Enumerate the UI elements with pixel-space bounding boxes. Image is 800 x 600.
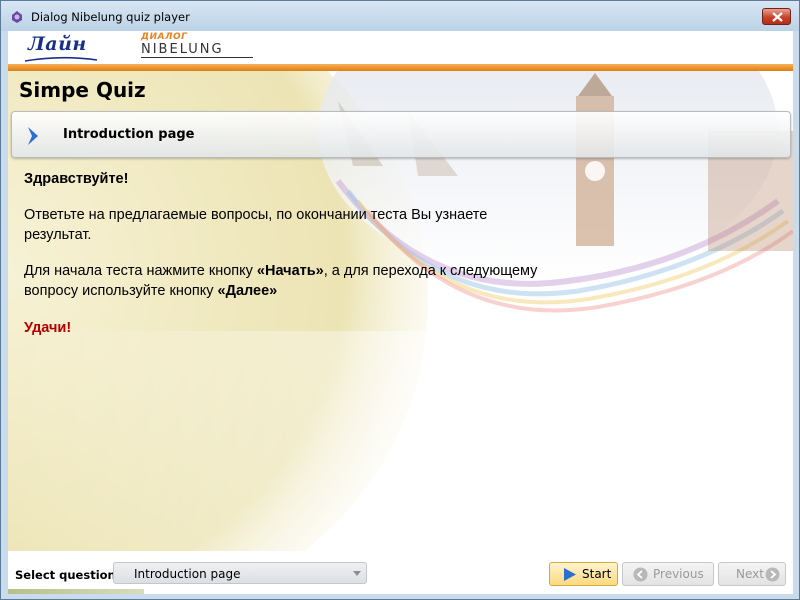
app-window: Dialog Nibelung quiz player Лайн ДИАЛОГ … bbox=[0, 0, 800, 600]
logo-swoosh-icon bbox=[24, 56, 98, 62]
quiz-title: Simpe Quiz bbox=[19, 78, 146, 102]
footer-accent bbox=[8, 589, 144, 594]
next-button[interactable]: Next bbox=[718, 562, 786, 586]
orange-divider bbox=[8, 64, 793, 71]
instruction-text: Ответьте на предлагаемые вопросы, по око… bbox=[24, 207, 488, 243]
logo-underline bbox=[141, 57, 253, 58]
logo-nibelung: NIBELUNG bbox=[141, 42, 224, 57]
footer-bar: Select question: Introduction page Start bbox=[8, 553, 793, 594]
content-area: Simpe Quiz Introduction page Здравствуйт… bbox=[8, 71, 793, 551]
arrow-right-icon bbox=[765, 567, 780, 582]
navigation-instruction: Для начала теста нажмите кнопку «Начать»… bbox=[24, 261, 544, 301]
start-button[interactable]: Start bbox=[549, 562, 618, 586]
question-select[interactable]: Introduction page bbox=[113, 562, 367, 584]
start-keyword: «Начать» bbox=[256, 263, 324, 279]
app-icon bbox=[12, 11, 22, 23]
instruction-part: Для начала теста нажмите кнопку bbox=[24, 263, 257, 279]
good-luck-text: Удачи! bbox=[24, 320, 72, 336]
page-header-bar: Introduction page bbox=[11, 111, 791, 158]
logo-dialog: ДИАЛОГ bbox=[141, 32, 188, 42]
previous-button[interactable]: Previous bbox=[622, 562, 714, 586]
window-title: Dialog Nibelung quiz player bbox=[31, 10, 190, 24]
header: Лайн ДИАЛОГ NIBELUNG bbox=[8, 31, 793, 64]
next-label: Next bbox=[736, 567, 764, 581]
arrow-left-icon bbox=[633, 567, 648, 582]
question-select-value: Introduction page bbox=[134, 567, 241, 581]
dropdown-arrow-icon bbox=[353, 571, 361, 576]
next-keyword: «Далее» bbox=[217, 283, 278, 299]
start-label: Start bbox=[582, 567, 612, 581]
page-title: Introduction page bbox=[63, 127, 195, 142]
chevron-right-icon bbox=[28, 127, 38, 145]
select-question-label: Select question: bbox=[15, 568, 121, 582]
greeting-text: Здравствуйте! bbox=[24, 171, 129, 187]
title-bar[interactable]: Dialog Nibelung quiz player bbox=[1, 1, 799, 31]
close-button[interactable] bbox=[762, 8, 791, 25]
client-area: Лайн ДИАЛОГ NIBELUNG Simpe Quiz Introduc… bbox=[8, 31, 793, 594]
previous-label: Previous bbox=[653, 567, 704, 581]
play-icon bbox=[564, 568, 576, 581]
logo-line: Лайн bbox=[28, 33, 87, 55]
close-icon bbox=[772, 12, 783, 22]
